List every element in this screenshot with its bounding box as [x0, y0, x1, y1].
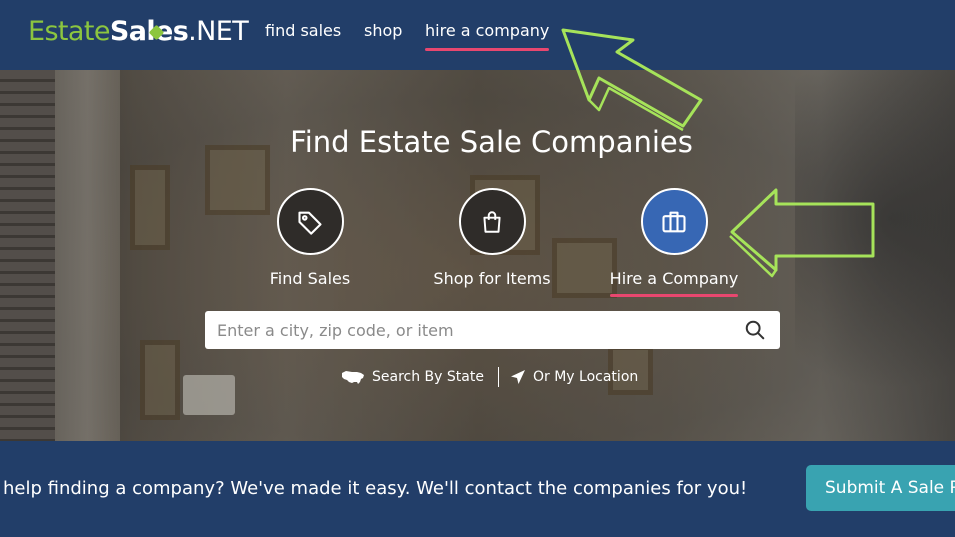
- submit-sale-request-button[interactable]: Submit A Sale Request: [806, 465, 955, 511]
- top-navigation-bar: EstateSales.NET find sales shop hire a c…: [0, 0, 955, 70]
- category-label[interactable]: Find Sales: [270, 269, 350, 289]
- tag-icon: [298, 211, 322, 235]
- category-label[interactable]: Shop for Items: [433, 269, 550, 289]
- category-shop-for-items[interactable]: Shop for Items: [417, 188, 567, 289]
- usa-map-icon: [342, 371, 364, 384]
- search-shortcuts: Search By State Or My Location: [0, 367, 955, 389]
- category-circle[interactable]: [640, 188, 708, 255]
- category-find-sales[interactable]: Find Sales: [235, 188, 385, 289]
- category-circle[interactable]: [458, 188, 526, 255]
- category-hire-a-company[interactable]: Hire a Company: [599, 188, 749, 297]
- category-circle[interactable]: [276, 188, 344, 255]
- logo-text-net: .NET: [188, 16, 249, 47]
- page-title: Find Estate Sale Companies: [290, 125, 693, 159]
- help-message: help finding a company? We've made it ea…: [3, 478, 748, 499]
- search-icon[interactable]: [744, 319, 766, 341]
- my-location-label[interactable]: Or My Location: [533, 367, 638, 387]
- search-input[interactable]: [205, 311, 725, 349]
- annotation-arrow-top: [561, 28, 703, 132]
- nav-link-shop[interactable]: shop: [364, 20, 402, 42]
- help-banner: help finding a company? We've made it ea…: [0, 441, 955, 537]
- annotation-arrow-middle: [729, 188, 875, 278]
- logo-text-estate: Estate: [28, 16, 110, 47]
- location-arrow-icon: [511, 370, 525, 384]
- search-by-state-link[interactable]: Search By State: [341, 367, 484, 387]
- search-box: [205, 311, 780, 349]
- search-by-state-label[interactable]: Search By State: [372, 367, 484, 387]
- links-divider: [498, 367, 499, 387]
- briefcase-icon: [662, 211, 686, 232]
- nav-link-find-sales[interactable]: find sales: [265, 20, 341, 42]
- nav-link-hire-a-company[interactable]: hire a company: [425, 20, 550, 51]
- my-location-link[interactable]: Or My Location: [510, 367, 638, 387]
- estatesales-logo[interactable]: EstateSales.NET: [28, 12, 249, 52]
- category-label[interactable]: Hire a Company: [609, 269, 738, 297]
- shopping-bag-icon: [483, 210, 501, 233]
